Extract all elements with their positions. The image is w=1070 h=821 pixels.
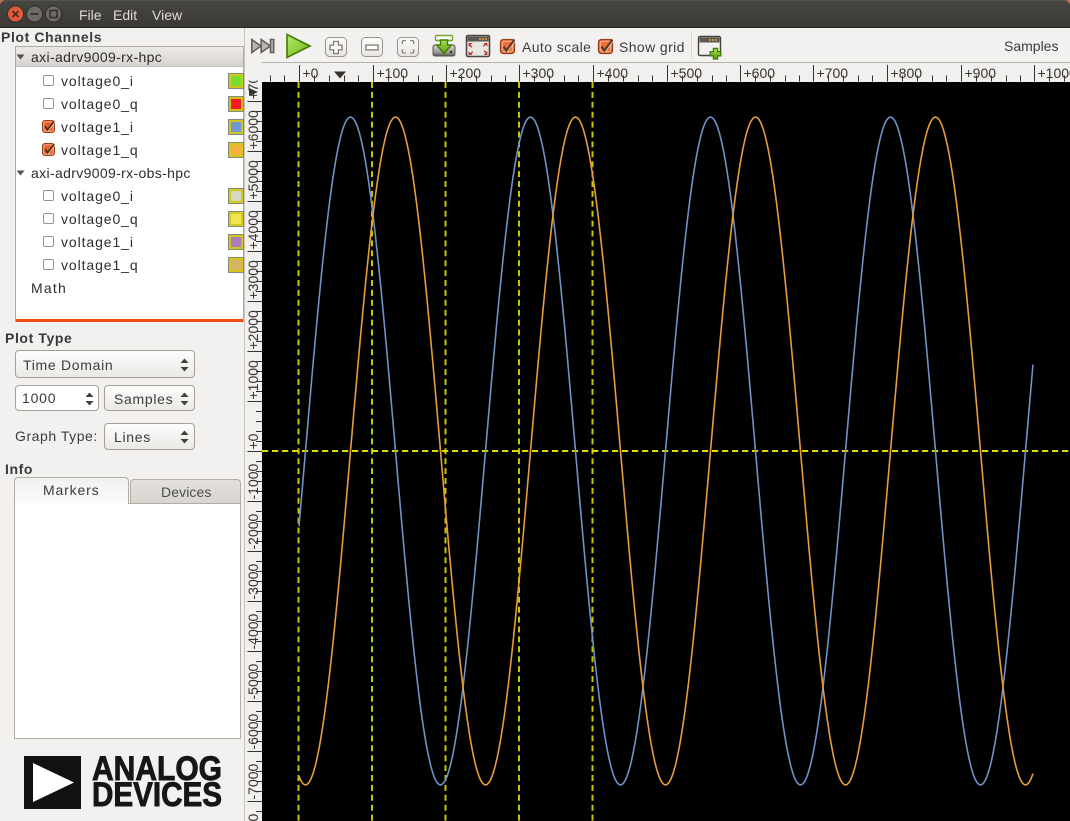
svg-text:+0: +0 — [245, 433, 261, 449]
svg-text:+0: +0 — [303, 65, 319, 81]
svg-text:+400: +400 — [597, 65, 629, 81]
svg-text:+800: +800 — [891, 65, 923, 81]
svg-text:+1000: +1000 — [245, 360, 261, 400]
svg-text:+100: +100 — [377, 65, 409, 81]
svg-text:-2000: -2000 — [245, 513, 261, 549]
svg-text:+300: +300 — [523, 65, 555, 81]
svg-text:-5000: -5000 — [245, 663, 261, 699]
svg-text:+500: +500 — [671, 65, 703, 81]
svg-text:-4000: -4000 — [245, 613, 261, 649]
svg-text:+5000: +5000 — [245, 160, 261, 200]
svg-text:DEVICES: DEVICES — [92, 776, 222, 810]
svg-text:-1000: -1000 — [245, 463, 261, 499]
svg-text:+6000: +6000 — [245, 110, 261, 150]
svg-text:-8000: -8000 — [245, 813, 261, 821]
svg-text:+4000: +4000 — [245, 210, 261, 250]
svg-text:+700: +700 — [817, 65, 849, 81]
svg-text:+1000: +1000 — [1038, 65, 1070, 81]
svg-text:+900: +900 — [965, 65, 997, 81]
svg-text:+200: +200 — [450, 65, 482, 81]
svg-text:-7000: -7000 — [245, 763, 261, 799]
svg-text:-3000: -3000 — [245, 563, 261, 599]
svg-text:+3000: +3000 — [245, 260, 261, 300]
svg-text:-6000: -6000 — [245, 713, 261, 749]
svg-text:+2000: +2000 — [245, 310, 261, 350]
svg-text:+600: +600 — [744, 65, 776, 81]
